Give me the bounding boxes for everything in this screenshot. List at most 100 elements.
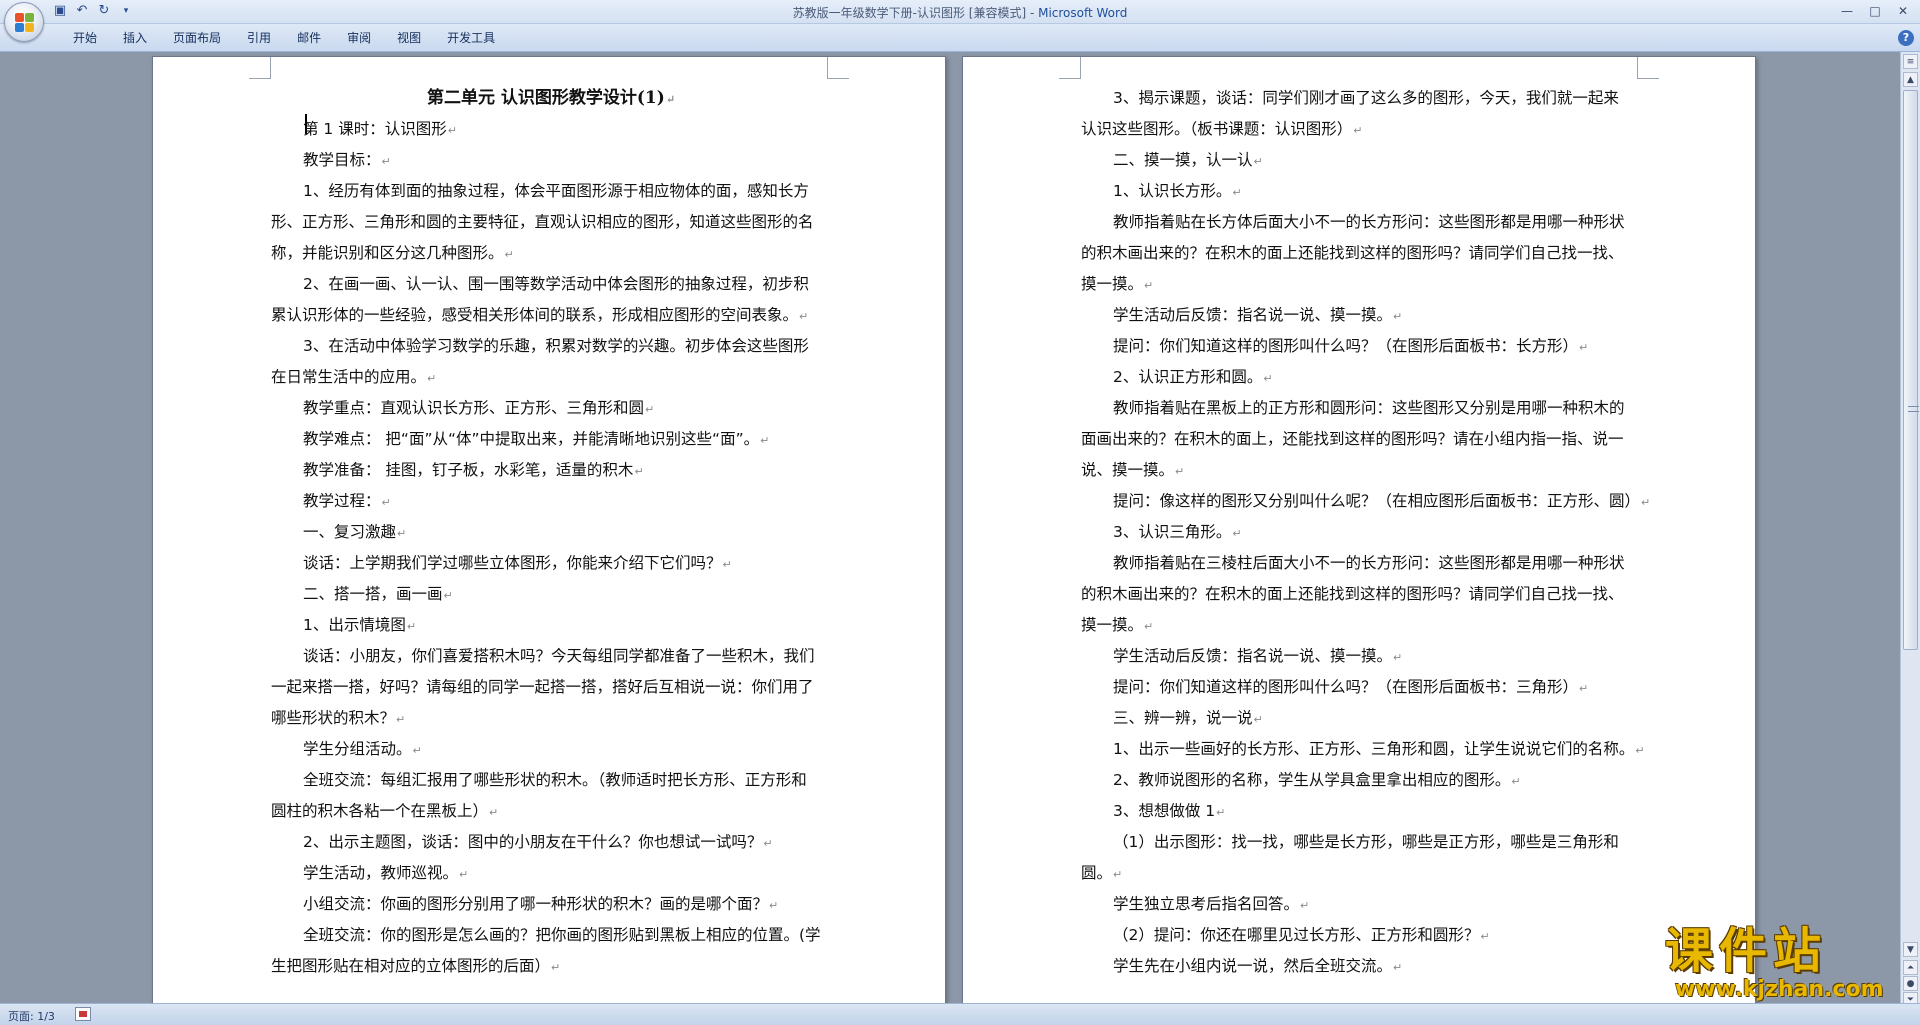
document-line: 一起来搭一搭，好吗？请每组的同学一起搭一搭，搭好后互相说一说：你们用了 bbox=[271, 678, 814, 696]
paragraph-mark-icon: ↵ bbox=[769, 899, 779, 912]
previous-page-icon[interactable]: ⏶ bbox=[1903, 960, 1918, 975]
document-line: 学生先在小组内说一说，然后全班交流。↵ bbox=[1113, 957, 1403, 975]
paragraph-mark-icon: ↵ bbox=[1263, 372, 1273, 385]
browse-object-icon[interactable]: ● bbox=[1903, 976, 1918, 991]
document-line: 二、摸一摸，认一认↵ bbox=[1113, 151, 1263, 169]
paragraph-mark-icon: ↵ bbox=[447, 124, 457, 137]
watermark-logo: 课件站 www.kjzhan.com bbox=[1665, 925, 1905, 1002]
margin-corner-mark bbox=[249, 57, 271, 79]
paragraph-mark-icon: ↵ bbox=[1579, 341, 1589, 354]
paragraph-mark-icon: ↵ bbox=[1393, 961, 1403, 974]
document-line: 2、认识正方形和圆。↵ bbox=[1113, 368, 1273, 386]
ribbon-tab[interactable]: 插入 bbox=[110, 30, 160, 46]
document-line: 第 1 课时：认识图形↵ bbox=[303, 120, 457, 138]
paragraph-mark-icon: ↵ bbox=[760, 434, 770, 447]
office-button[interactable] bbox=[4, 2, 44, 42]
vertical-scrollbar[interactable]: ≡ ▲ ▼ ⏶ ● ⏷ bbox=[1900, 52, 1920, 1007]
document-line: 摸一摸。↵ bbox=[1081, 616, 1154, 634]
paragraph-mark-icon: ↵ bbox=[1144, 620, 1154, 633]
paragraph-mark-icon: ↵ bbox=[1511, 775, 1521, 788]
office-logo-icon bbox=[15, 13, 35, 33]
title-bar: ▣ ↶ ↻ ▾ 苏教版一年级数学下册-认识图形 [兼容模式] - Microso… bbox=[0, 0, 1920, 42]
document-line: 全班交流：每组汇报用了哪些形状的积木。（教师适时把长方形、正方形和 bbox=[303, 771, 807, 789]
paragraph-mark-icon: ↵ bbox=[1480, 930, 1490, 943]
ruler-toggle-icon[interactable]: ≡ bbox=[1903, 54, 1918, 69]
window-controls: — □ ✕ bbox=[1834, 2, 1916, 20]
paragraph-mark-icon: ↵ bbox=[1253, 713, 1263, 726]
document-line: 1、出示一些画好的长方形、正方形、三角形和圆，让学生说说它们的名称。↵ bbox=[1113, 740, 1645, 758]
document-line: 摸一摸。↵ bbox=[1081, 275, 1154, 293]
document-line: 学生独立思考后指名回答。↵ bbox=[1113, 895, 1310, 913]
ribbon-tab[interactable]: 审阅 bbox=[334, 30, 384, 46]
maximize-button[interactable]: □ bbox=[1862, 2, 1888, 20]
page-1-content[interactable]: 第二单元 认识图形教学设计(1)↵ 第 1 课时：认识图形↵ 教学目标：↵ 1、经历… bbox=[271, 83, 831, 982]
document-line: 认识这些图形。（板书课题：认识图形）↵ bbox=[1081, 120, 1363, 138]
paragraph-mark-icon: ↵ bbox=[381, 496, 391, 509]
document-line: 称，并能识别和区分这几种图形。↵ bbox=[271, 244, 514, 262]
ribbon-tab[interactable]: 开发工具 bbox=[434, 30, 508, 46]
page-1[interactable]: 第二单元 认识图形教学设计(1)↵ 第 1 课时：认识图形↵ 教学目标：↵ 1、经历… bbox=[152, 56, 946, 1003]
document-line: 提问：像这样的图形又分别叫什么呢？（在相应图形后面板书：正方形、圆）↵ bbox=[1113, 492, 1651, 510]
paragraph-mark-icon: ↵ bbox=[427, 372, 437, 385]
paragraph-mark-icon: ↵ bbox=[799, 310, 809, 323]
paragraph-mark-icon: ↵ bbox=[489, 806, 499, 819]
ribbon-tab[interactable]: 开始 bbox=[60, 30, 110, 46]
document-line: 一、复习激趣↵ bbox=[303, 523, 407, 541]
paragraph-mark-icon: ↵ bbox=[551, 961, 561, 974]
document-line: 2、出示主题图，谈话：图中的小朋友在干什么？你也想试一试吗？↵ bbox=[303, 833, 773, 851]
scroll-thumb[interactable] bbox=[1903, 90, 1919, 650]
page-indicator[interactable]: 页面: 1/3 bbox=[8, 1008, 55, 1024]
document-line: 1、出示情境图↵ bbox=[303, 616, 417, 634]
document-line: 的积木画出来的？在积木的面上还能找到这样的图形吗？请同学们自己找一找、 bbox=[1081, 244, 1624, 262]
paragraph-mark-icon: ↵ bbox=[1393, 310, 1403, 323]
document-line: 教学准备： 挂图，钉子板，水彩笔，适量的积木↵ bbox=[303, 461, 644, 479]
proofing-icon[interactable] bbox=[75, 1007, 91, 1021]
document-line: 提问：你们知道这样的图形叫什么吗？（在图形后面板书：长方形）↵ bbox=[1113, 337, 1589, 355]
document-line: 2、在画一画、认一认、围一围等数学活动中体会图形的抽象过程，初步积 bbox=[303, 275, 809, 293]
margin-corner-mark bbox=[1059, 57, 1081, 79]
document-line: 学生活动，教师巡视。↵ bbox=[303, 864, 469, 882]
help-icon[interactable]: ? bbox=[1898, 30, 1914, 46]
document-line: 三、辨一辨，说一说↵ bbox=[1113, 709, 1263, 727]
window-title: 苏教版一年级数学下册-认识图形 [兼容模式] - Microsoft Word bbox=[0, 4, 1920, 21]
document-line: （1）出示图形：找一找，哪些是长方形，哪些是正方形，哪些是三角形和 bbox=[1113, 833, 1619, 851]
paragraph-mark-icon: ↵ bbox=[763, 837, 773, 850]
scroll-down-icon[interactable]: ▼ bbox=[1903, 942, 1918, 957]
document-area[interactable]: 第二单元 认识图形教学设计(1)↵ 第 1 课时：认识图形↵ 教学目标：↵ 1、经历… bbox=[0, 52, 1900, 1003]
document-line: 哪些形状的积木？↵ bbox=[271, 709, 406, 727]
close-button[interactable]: ✕ bbox=[1890, 2, 1916, 20]
document-line: 1、经历有体到面的抽象过程，体会平面图形源于相应物体的面，感知长方 bbox=[303, 182, 809, 200]
paragraph-mark-icon: ↵ bbox=[1144, 279, 1154, 292]
page-2[interactable]: 3、揭示课题，谈话：同学们刚才画了这么多的图形，今天，我们就一起来 认识这些图形。… bbox=[962, 56, 1756, 1003]
ribbon-tab[interactable]: 引用 bbox=[234, 30, 284, 46]
paragraph-mark-icon: ↵ bbox=[1232, 186, 1242, 199]
page-2-content[interactable]: 3、揭示课题，谈话：同学们刚才画了这么多的图形，今天，我们就一起来 认识这些图形。… bbox=[1081, 83, 1651, 982]
document-line: 学生分组活动。↵ bbox=[303, 740, 422, 758]
ribbon-tab[interactable]: 页面布局 bbox=[160, 30, 234, 46]
paragraph-mark-icon: ↵ bbox=[722, 558, 732, 571]
paragraph-mark-icon: ↵ bbox=[1393, 651, 1403, 664]
paragraph-mark-icon: ↵ bbox=[396, 713, 406, 726]
ribbon-tab[interactable]: 视图 bbox=[384, 30, 434, 46]
document-line: 教师指着贴在黑板上的正方形和圆形问：这些图形又分别是用哪一种积木的 bbox=[1113, 399, 1625, 417]
margin-corner-mark bbox=[1637, 57, 1659, 79]
document-heading: 第二单元 认识图形教学设计(1)↵ bbox=[426, 88, 676, 108]
document-line: 的积木画出来的？在积木的面上还能找到这样的图形吗？请同学们自己找一找、 bbox=[1081, 585, 1624, 603]
document-line: 学生活动后反馈：指名说一说、摸一摸。↵ bbox=[1113, 647, 1403, 665]
ribbon-tab[interactable]: 邮件 bbox=[284, 30, 334, 46]
paragraph-mark-icon: ↵ bbox=[406, 620, 417, 633]
paragraph-mark-icon: ↵ bbox=[1635, 744, 1645, 757]
document-line: 教学难点： 把“面”从“体”中提取出来，并能清晰地识别这些“面”。↵ bbox=[303, 430, 770, 448]
paragraph-mark-icon: ↵ bbox=[1175, 465, 1185, 478]
paragraph-mark-icon: ↵ bbox=[645, 403, 655, 416]
document-line: （2）提问：你还在哪里见过长方形、正方形和圆形？↵ bbox=[1113, 926, 1490, 944]
document-line: 1、认识长方形。↵ bbox=[1113, 182, 1242, 200]
paragraph-mark-icon: ↵ bbox=[504, 248, 514, 261]
minimize-button[interactable]: — bbox=[1834, 2, 1860, 20]
scroll-up-icon[interactable]: ▲ bbox=[1903, 72, 1918, 87]
document-line: 2、教师说图形的名称，学生从学具盒里拿出相应的图形。↵ bbox=[1113, 771, 1521, 789]
document-line: 在日常生活中的应用。↵ bbox=[271, 368, 437, 386]
scroll-grip-icon bbox=[1908, 406, 1919, 412]
paragraph-mark-icon: ↵ bbox=[412, 744, 422, 757]
document-name: 苏教版一年级数学下册-认识图形 [兼容模式] - bbox=[792, 6, 1039, 20]
